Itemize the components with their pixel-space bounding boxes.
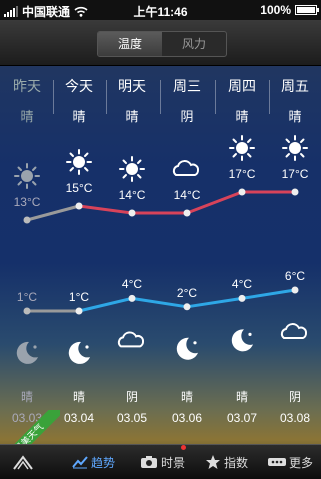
cloud-icon [280,323,307,339]
date-label: 03.07 [226,411,258,425]
tab-more-label: 更多 [289,455,314,470]
low-temp-label: 4°C [231,277,253,292]
high-point [238,188,246,196]
date-label: 03.06 [171,411,203,425]
high-point [75,202,83,210]
low-temp-label: 4°C [121,277,143,292]
tab-scene[interactable]: 时景 [140,445,185,479]
night-weather: 晴 [235,390,248,404]
high-point [23,216,31,224]
share-icon [13,455,33,470]
moon-icon [231,329,253,352]
cloud-icon [172,160,199,176]
high-temp-label: 17°C [281,167,309,181]
low-temp-label: 1°C [68,290,90,304]
low-temp-label: 2°C [176,285,198,300]
moon-icon [16,341,38,364]
notification-dot [181,445,186,450]
sun-icon [14,163,40,189]
day-footer: 晴 03.04 [53,388,105,425]
high-series-segment [77,204,134,215]
cloud-icon [117,331,144,348]
low-temp-label: 6°C [284,269,306,283]
high-temp-label: 15°C [65,181,93,195]
tab-index[interactable]: 指数 [205,445,248,479]
night-weather: 晴 [72,390,85,404]
night-weather: 晴 [20,390,33,404]
date-label: 03.04 [63,411,95,425]
tab-trend[interactable]: 趋势 [72,445,115,479]
tab-share[interactable] [12,445,34,479]
high-temp-label: 14°C [118,188,146,202]
moon-icon [68,341,90,364]
tab-scene-label: 时景 [161,455,186,470]
camera-icon [141,456,157,468]
more-icon [268,458,286,466]
low-point [291,286,299,294]
low-point [128,294,136,302]
night-weather: 阴 [288,390,301,404]
tab-bar: 趋势 时景 指数 更多 [0,444,321,479]
tab-trend-label: 趋势 [91,455,116,470]
tab-index-label: 指数 [224,455,249,470]
low-point [23,307,31,315]
high-point [128,209,136,217]
high-point [183,209,191,217]
day-footer: 阴 03.05 [106,388,158,425]
day-footer: 晴 03.06 [161,388,213,425]
night-weather: 晴 [180,390,193,404]
trend-icon [72,456,88,469]
low-temp-label: 1°C [16,290,38,304]
low-point [183,303,191,311]
low-point [238,294,246,302]
high-temp-label: 14°C [173,188,201,202]
low-point [75,307,83,315]
sun-icon [66,149,92,175]
sun-icon [282,135,308,161]
tab-more[interactable]: 更多 [268,445,313,479]
moon-icon [176,337,198,360]
high-temp-label: 13°C [13,195,41,209]
date-label: 03.08 [279,411,311,425]
date-label: 03.05 [116,411,148,425]
day-footer: 晴 03.07 [216,388,268,425]
day-footer: 阴 03.08 [269,388,321,425]
high-point [291,188,299,196]
sun-icon [229,135,255,161]
star-icon [206,455,220,469]
sun-icon [119,156,145,182]
night-weather: 阴 [125,390,138,404]
high-temp-label: 17°C [228,167,256,181]
